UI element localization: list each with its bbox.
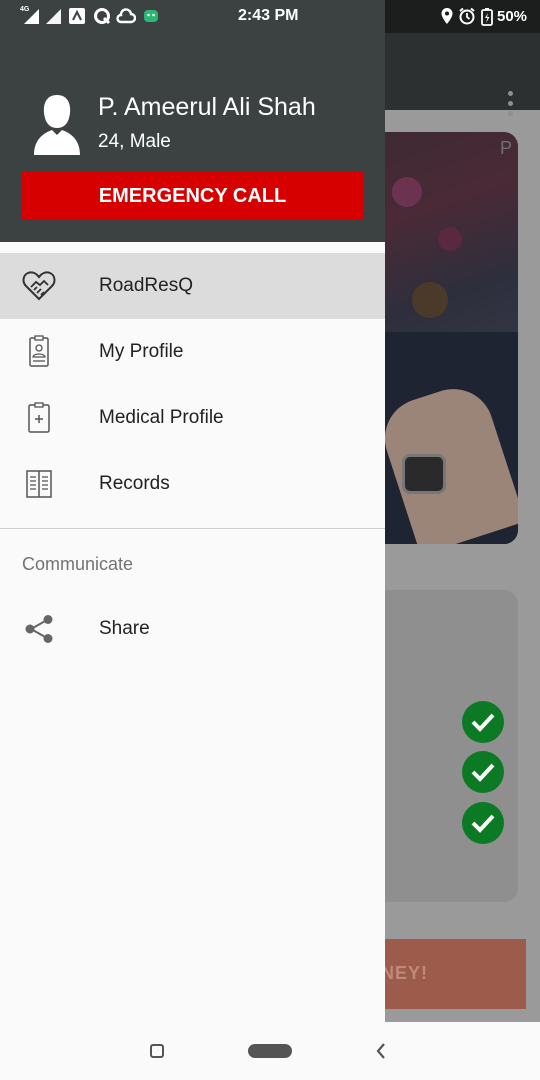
recents-button[interactable] (150, 1044, 164, 1058)
share-icon (25, 615, 53, 643)
q-app-icon (94, 8, 111, 25)
navigation-drawer: P. Ameerul Ali Shah 24, Male EMERGENCY C… (0, 33, 385, 1022)
emergency-call-label: EMERGENCY CALL (98, 185, 287, 207)
hero-corner-text: P (499, 138, 512, 158)
drawer-item-roadresq[interactable]: RoadResQ (0, 253, 385, 319)
smartwatch-image (402, 454, 446, 494)
overflow-menu-icon[interactable] (500, 91, 520, 121)
journey-button-label: NEY! (380, 963, 428, 983)
user-name: P. Ameerul Ali Shah (98, 93, 316, 121)
app-notification-icon (69, 8, 85, 24)
section-title-communicate: Communicate (22, 554, 134, 574)
drawer-item-label: Medical Profile (99, 407, 224, 428)
drawer-item-records[interactable]: Records (0, 451, 385, 517)
drawer-item-label: My Profile (99, 341, 184, 362)
system-navigation-bar (0, 1022, 540, 1080)
android-icon (144, 10, 158, 22)
location-icon (441, 8, 453, 24)
check-circle-icon (462, 751, 504, 793)
back-button[interactable] (374, 1041, 388, 1061)
id-card-icon (29, 335, 49, 367)
heart-handshake-icon (22, 271, 56, 301)
battery-percent: 50% (497, 8, 528, 25)
signal-icon (46, 9, 61, 24)
signal-icon (24, 9, 39, 24)
home-button[interactable] (248, 1044, 292, 1058)
battery-icon (481, 8, 493, 26)
drawer-item-label: Records (99, 473, 170, 494)
drawer-item-my-profile[interactable]: My Profile (0, 319, 385, 385)
drawer-item-medical-profile[interactable]: Medical Profile (0, 385, 385, 451)
check-circle-icon (462, 701, 504, 743)
drawer-item-label: Share (99, 618, 150, 639)
status-bar: 4G 2:43 PM 50% (0, 0, 540, 33)
drawer-divider (0, 528, 385, 529)
emergency-call-button[interactable]: EMERGENCY CALL (22, 172, 363, 220)
status-time: 2:43 PM (238, 7, 299, 24)
drawer-item-label: RoadResQ (99, 275, 193, 296)
alarm-icon (459, 7, 475, 25)
medical-clipboard-icon (28, 402, 50, 433)
drawer-header: P. Ameerul Ali Shah 24, Male EMERGENCY C… (0, 33, 385, 242)
user-age-gender: 24, Male (98, 131, 171, 152)
records-book-icon (26, 470, 52, 498)
cloud-icon (116, 8, 136, 24)
drawer-item-share[interactable]: Share (0, 596, 385, 662)
check-circle-icon (462, 802, 504, 844)
avatar-icon (34, 95, 80, 155)
